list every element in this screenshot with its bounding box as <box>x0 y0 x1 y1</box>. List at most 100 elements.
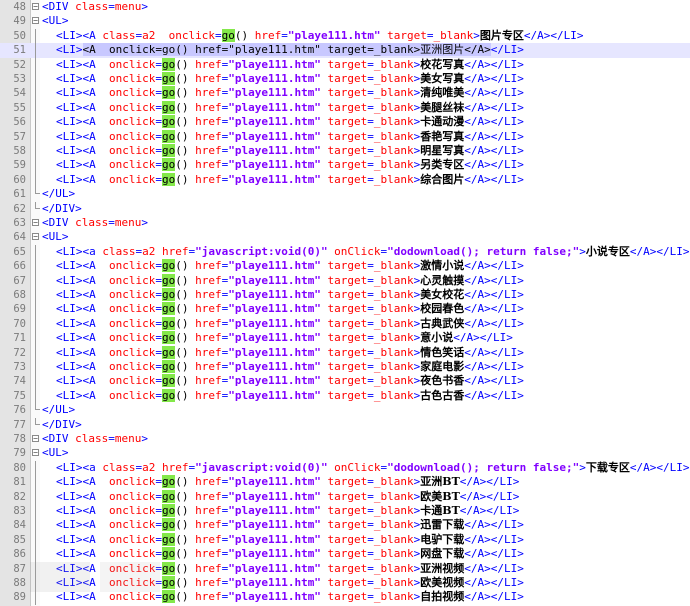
code-text[interactable]: <LI><A onclick=go() href="playe111.htm" … <box>56 561 524 576</box>
code-line-58[interactable]: 58 <LI><A onclick=go() href="playe111.htm… <box>0 144 690 159</box>
code-line-56[interactable]: 56 <LI><A onclick=go() href="playe111.htm… <box>0 115 690 130</box>
code-text[interactable]: <LI><A onclick=go() href="playe111.htm" … <box>56 489 519 504</box>
code-token: href <box>195 360 222 373</box>
code-line-62[interactable]: 62 </DIV> <box>0 201 690 216</box>
code-line-57[interactable]: 57 <LI><A onclick=go() href="playe111.htm… <box>0 129 690 144</box>
code-line-77[interactable]: 77 </DIV> <box>0 417 690 432</box>
code-token: menu <box>114 0 142 13</box>
code-line-86[interactable]: 86 <LI><A onclick=go() href="playe111.htm… <box>0 547 690 562</box>
code-text[interactable]: <LI><A onclick=go() href="playe111.htm" … <box>56 475 519 489</box>
code-text[interactable]: <UL> <box>42 230 69 244</box>
code-line-70[interactable]: 70 <LI><A onclick=go() href="playe111.htm… <box>0 316 690 332</box>
code-line-84[interactable]: 84 <LI><A onclick=go() href="playe111.htm… <box>0 518 690 533</box>
line-number: 71 <box>13 332 26 345</box>
code-line-65[interactable]: 65 <LI><a class=a2 href="javascript:void(… <box>0 244 690 260</box>
code-token: "javascript:void(0)" <box>195 460 328 474</box>
code-line-73[interactable]: 73 <LI><A onclick=go() href="playe111.htm… <box>0 360 690 375</box>
code-text[interactable]: <LI><A onclick=go() href="playe111.htm" … <box>56 532 524 547</box>
code-text[interactable]: <LI><a class=a2 href="javascript:void(0)… <box>56 245 689 259</box>
code-line-76[interactable]: 76 </UL> <box>0 403 690 417</box>
code-text[interactable]: </UL> <box>42 187 75 201</box>
code-text[interactable]: <LI><A onclick=go() href="playe111.htm" … <box>56 518 524 532</box>
code-line-83[interactable]: 83 <LI><A onclick=go() href="playe111.htm… <box>0 504 690 519</box>
code-text[interactable]: <LI><A onclick=go() href="playe111.htm" … <box>56 331 513 345</box>
code-text[interactable]: <LI><A onclick=go() href="playe111.htm" … <box>56 100 524 115</box>
code-line-79[interactable]: 79− <UL> <box>0 446 690 460</box>
code-text[interactable]: <LI><A onclick=go() href="playe111.htm" … <box>56 345 524 360</box>
code-line-89[interactable]: 89 <LI><A onclick=go() href="playe111.htm… <box>0 590 690 605</box>
code-line-59[interactable]: 59 <LI><A onclick=go() href="playe111.htm… <box>0 158 690 173</box>
fold-minus-icon[interactable]: − <box>32 17 39 25</box>
code-text[interactable]: <LI><A onclick=go() href="playe111.htm" … <box>56 504 519 518</box>
code-line-72[interactable]: 72 <LI><A onclick=go() href="playe111.htm… <box>0 345 690 360</box>
code-editor[interactable]: 48− <DIV class=menu> 49− <UL> 50 <LI><A class… <box>0 0 690 606</box>
code-text[interactable]: </DIV> <box>42 418 82 432</box>
code-line-81[interactable]: 81 <LI><A onclick=go() href="playe111.htm… <box>0 475 690 490</box>
code-line-82[interactable]: 82 <LI><A onclick=go() href="playe111.htm… <box>0 489 690 504</box>
code-text[interactable]: <LI><A onclick=go() href="playe111.htm" … <box>56 129 524 144</box>
fold-minus-icon[interactable]: − <box>32 435 39 443</box>
code-line-87[interactable]: 87 <LI><A onclick=go() href="playe111.htm… <box>0 561 690 576</box>
code-token: <LI><A <box>56 360 109 373</box>
code-text[interactable]: <LI><A onclick=go() href="playe111.htm" … <box>56 388 524 403</box>
code-text[interactable]: <DIV class=menu> <box>42 0 148 14</box>
code-text[interactable]: <LI><A onclick=go() href="playe111.htm" … <box>56 172 524 187</box>
code-text[interactable]: <LI><A class=a2 onclick=go() href="playe… <box>56 28 584 43</box>
code-line-74[interactable]: 74 <LI><A onclick=go() href="playe111.htm… <box>0 374 690 389</box>
code-line-80[interactable]: 80 <LI><a class=a2 href="javascript:void(… <box>0 460 690 476</box>
code-text[interactable]: <DIV class=menu> <box>42 216 148 230</box>
code-line-63[interactable]: 63− <DIV class=menu> <box>0 216 690 230</box>
code-text[interactable]: <UL> <box>42 14 69 28</box>
code-line-60[interactable]: 60 <LI><A onclick=go() href="playe111.htm… <box>0 172 690 188</box>
code-line-75[interactable]: 75 <LI><A onclick=go() href="playe111.htm… <box>0 388 690 404</box>
code-text[interactable]: <LI><A onclick=go() href="playe111.htm" … <box>56 43 524 57</box>
code-text[interactable]: <LI><A onclick=go() href="playe111.htm" … <box>56 576 524 590</box>
fold-minus-icon[interactable]: − <box>32 233 39 241</box>
code-text[interactable]: <LI><A onclick=go() href="playe111.htm" … <box>56 360 524 374</box>
fold-line-icon <box>35 288 36 303</box>
code-text[interactable]: <LI><A onclick=go() href="playe111.htm" … <box>56 288 524 302</box>
code-text[interactable]: <UL> <box>42 446 69 460</box>
code-line-71[interactable]: 71 <LI><A onclick=go() href="playe111.htm… <box>0 331 690 346</box>
code-text[interactable]: <LI><A onclick=go() href="playe111.htm" … <box>56 374 524 388</box>
code-text[interactable]: <LI><A onclick=go() href="playe111.htm" … <box>56 144 524 158</box>
code-token: href <box>195 302 222 316</box>
code-line-85[interactable]: 85 <LI><A onclick=go() href="playe111.htm… <box>0 532 690 548</box>
code-text[interactable]: </UL> <box>42 403 75 417</box>
code-line-78[interactable]: 78− <DIV class=menu> <box>0 432 690 446</box>
code-token: <LI><A <box>56 331 109 345</box>
code-line-48[interactable]: 48− <DIV class=menu> <box>0 0 690 14</box>
code-text[interactable]: <LI><A onclick=go() href="playe111.htm" … <box>56 273 524 288</box>
code-line-53[interactable]: 53 <LI><A onclick=go() href="playe111.htm… <box>0 72 690 87</box>
code-text[interactable]: <LI><A onclick=go() href="playe111.htm" … <box>56 547 524 561</box>
code-line-49[interactable]: 49− <UL> <box>0 14 690 28</box>
code-line-51[interactable]: 51 <LI><A onclick=go() href="playe111.htm… <box>0 43 690 58</box>
code-text[interactable]: <LI><A onclick=go() href="playe111.htm" … <box>56 86 524 100</box>
code-line-67[interactable]: 67 <LI><A onclick=go() href="playe111.htm… <box>0 273 690 288</box>
code-text[interactable]: <LI><A onclick=go() href="playe111.htm" … <box>56 57 524 72</box>
code-text[interactable]: <LI><A onclick=go() href="playe111.htm" … <box>56 302 524 316</box>
code-text[interactable]: </DIV> <box>42 202 82 216</box>
code-line-66[interactable]: 66 <LI><A onclick=go() href="playe111.htm… <box>0 259 690 274</box>
code-line-64[interactable]: 64− <UL> <box>0 230 690 244</box>
fold-minus-icon[interactable]: − <box>32 3 39 11</box>
code-text[interactable]: <LI><A onclick=go() href="playe111.htm" … <box>56 115 524 129</box>
fold-minus-icon[interactable]: − <box>32 449 39 457</box>
code-text[interactable]: <LI><A onclick=go() href="playe111.htm" … <box>56 590 524 604</box>
code-line-50[interactable]: 50 <LI><A class=a2 onclick=go() href="pla… <box>0 28 690 44</box>
code-line-68[interactable]: 68 <LI><A onclick=go() href="playe111.htm… <box>0 288 690 303</box>
code-text[interactable]: <LI><A onclick=go() href="playe111.htm" … <box>56 259 524 273</box>
code-line-54[interactable]: 54 <LI><A onclick=go() href="playe111.htm… <box>0 86 690 101</box>
code-text[interactable]: <LI><A onclick=go() href="playe111.htm" … <box>56 72 524 86</box>
code-line-88[interactable]: 88 <LI><A onclick=go() href="playe111.htm… <box>0 576 690 591</box>
code-line-69[interactable]: 69 <LI><A onclick=go() href="playe111.htm… <box>0 302 690 317</box>
code-text[interactable]: <LI><A onclick=go() href="playe111.htm" … <box>56 158 524 172</box>
code-line-55[interactable]: 55 <LI><A onclick=go() href="playe111.htm… <box>0 100 690 116</box>
code-text[interactable]: <DIV class=menu> <box>42 432 148 446</box>
code-line-52[interactable]: 52 <LI><A onclick=go() href="playe111.htm… <box>0 57 690 72</box>
fold-minus-icon[interactable]: − <box>32 219 39 227</box>
code-token: _blank <box>373 360 414 373</box>
code-text[interactable]: <LI><a class=a2 href="javascript:void(0)… <box>56 461 689 475</box>
code-text[interactable]: <LI><A onclick=go() href="playe111.htm" … <box>56 316 524 331</box>
code-line-61[interactable]: 61 </UL> <box>0 187 690 201</box>
